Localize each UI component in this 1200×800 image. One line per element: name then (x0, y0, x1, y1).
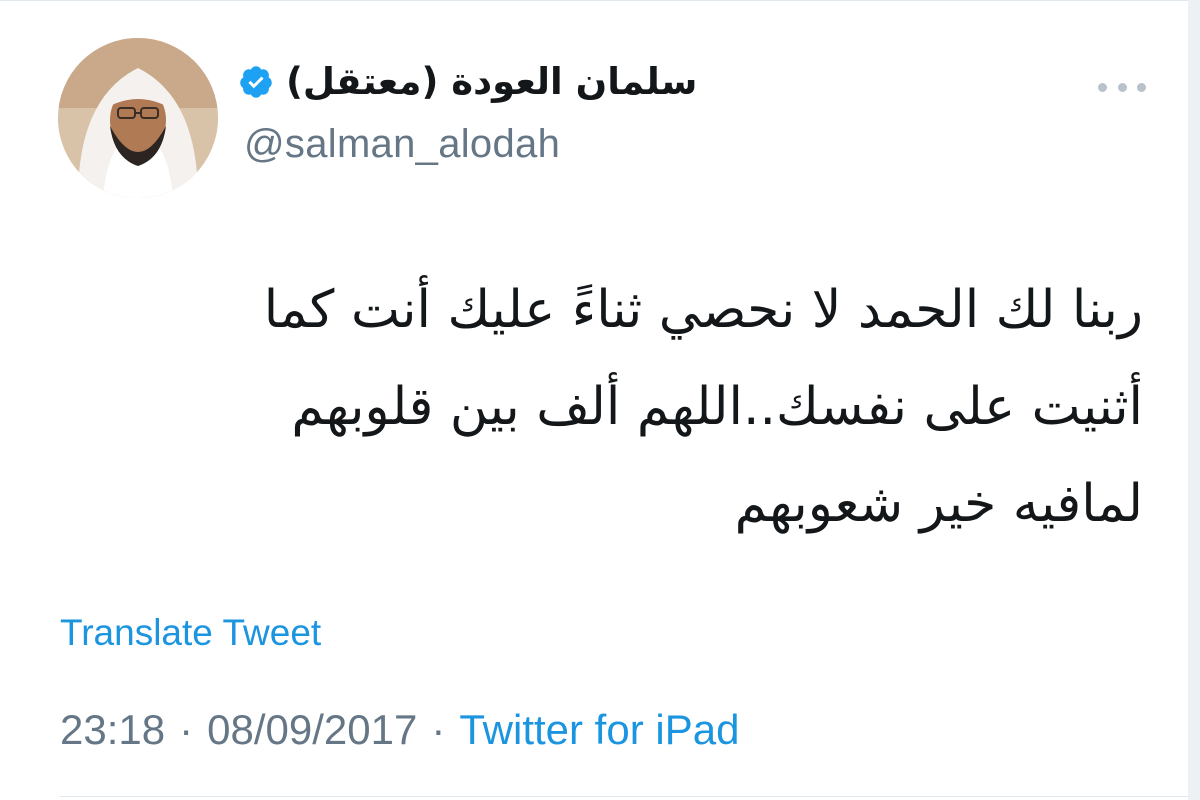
more-dots-icon[interactable] (1098, 80, 1146, 94)
avatar-photo (58, 38, 218, 198)
tweet-source-link[interactable]: Twitter for iPad (459, 706, 739, 753)
more-dot (1137, 82, 1146, 92)
bottom-divider (60, 796, 1188, 797)
tweet-time[interactable]: 23:18 (60, 706, 165, 753)
translate-tweet-link[interactable]: Translate Tweet (60, 612, 321, 654)
scroll-edge (1188, 0, 1200, 800)
tweet-line: أثنيت على نفسك..اللهم ألف بين قلوبهم (291, 377, 1143, 437)
tweet-meta: 23:18 · 08/09/2017 · Twitter for iPad (60, 706, 739, 754)
author-name-row[interactable]: سلمان العودة (معتقل) (238, 61, 697, 103)
tweet-card: سلمان العودة (معتقل) @salman_alodah ربنا… (0, 0, 1200, 800)
author-handle[interactable]: @salman_alodah (244, 122, 560, 167)
meta-separator: · (179, 706, 194, 753)
tweet-text: ربنا لك الحمد لا نحصي ثناءً عليك أنت كما… (143, 262, 1143, 553)
meta-separator: · (431, 706, 446, 753)
verified-badge-icon (240, 66, 272, 99)
tweet-line: ربنا لك الحمد لا نحصي ثناءً عليك أنت كما (263, 280, 1143, 340)
display-name[interactable]: سلمان العودة (معتقل) (286, 61, 697, 103)
more-dot (1098, 82, 1107, 92)
tweet-line: لمافيه خير شعوبهم (734, 474, 1143, 534)
top-divider (0, 0, 1200, 1)
more-dot (1117, 82, 1127, 92)
tweet-date[interactable]: 08/09/2017 (207, 706, 417, 753)
avatar[interactable] (58, 38, 218, 198)
